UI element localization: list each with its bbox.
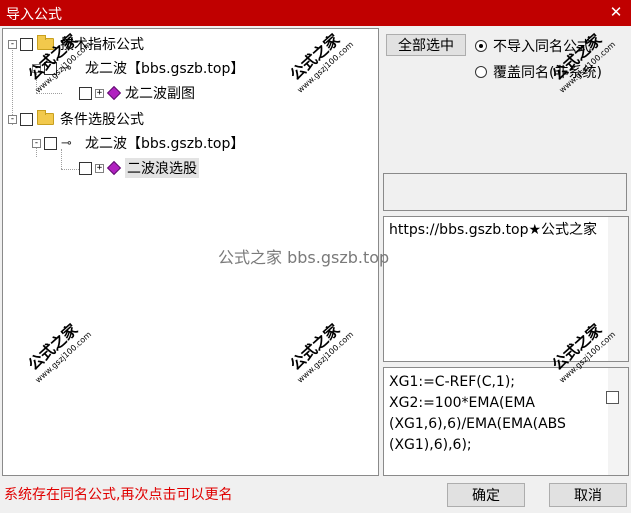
tree-item-label: 龙二波副图 <box>125 86 195 102</box>
tree-checkbox[interactable] <box>20 37 33 51</box>
window-title: 导入公式 <box>6 7 62 23</box>
tree-item-formula[interactable]: - ⊸ 龙二波【bbs.gszb.top】 <box>32 132 244 154</box>
gem-icon <box>107 87 119 99</box>
tree-item-label: 二波浪选股 <box>125 158 199 178</box>
tree-item-label: 龙二波【bbs.gszb.top】 <box>85 136 245 152</box>
status-message: 系统存在同名公式,再次点击可以更名 <box>4 487 233 503</box>
tree-item-wave-select[interactable]: + 二波浪选股 <box>59 157 199 179</box>
tree-checkbox[interactable] <box>79 161 92 175</box>
collapse-icon[interactable]: - <box>32 138 41 148</box>
ok-button[interactable]: 确定 <box>447 483 525 507</box>
gem-icon <box>107 162 119 174</box>
collapse-icon[interactable]: - <box>8 114 17 124</box>
cancel-button[interactable]: 取消 <box>549 483 627 507</box>
name-field[interactable] <box>383 173 627 211</box>
tree-checkbox[interactable] <box>20 112 33 126</box>
select-all-button[interactable]: 全部选中 <box>386 34 466 56</box>
collapse-icon[interactable]: - <box>8 39 17 49</box>
key-icon: ⊸ <box>61 135 72 151</box>
radio-dot[interactable] <box>475 66 487 78</box>
tree-checkbox[interactable] <box>44 136 57 150</box>
title-bar: 导入公式 ✕ <box>0 0 631 26</box>
expand-icon[interactable]: + <box>95 163 104 173</box>
close-icon[interactable]: ✕ <box>607 2 625 22</box>
folder-icon <box>37 110 54 125</box>
watermark-text: 公式之家 bbs.gszb.top <box>218 248 390 267</box>
description-text: https://bbs.gszb.top★公式之家 <box>389 222 598 238</box>
radio-dot[interactable] <box>475 40 487 52</box>
